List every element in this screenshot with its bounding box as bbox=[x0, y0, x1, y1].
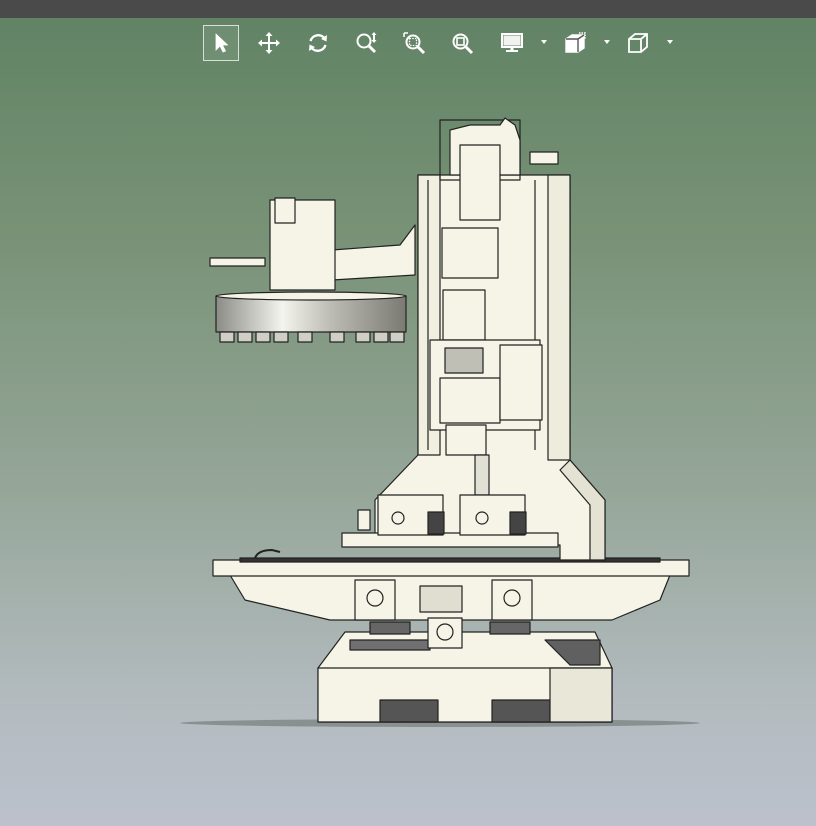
shading-cube-icon bbox=[565, 32, 586, 53]
saddle bbox=[229, 574, 671, 649]
display-mode-button[interactable] bbox=[494, 25, 530, 61]
display-mode-dropdown-icon[interactable] bbox=[540, 38, 548, 46]
view-orientation-button[interactable] bbox=[620, 25, 656, 61]
tool-changer bbox=[209, 197, 416, 343]
window-top-bar bbox=[0, 0, 816, 18]
machine-model bbox=[180, 117, 700, 727]
select-tool-button[interactable] bbox=[203, 25, 239, 61]
shading-mode-dropdown-icon[interactable] bbox=[603, 38, 611, 46]
view-cube-icon bbox=[628, 33, 648, 53]
zoom-icon bbox=[356, 32, 377, 54]
zoom-fit-icon bbox=[452, 33, 474, 55]
rotate-icon bbox=[309, 34, 327, 52]
machine-base bbox=[317, 631, 613, 723]
view-orientation-dropdown-icon[interactable] bbox=[666, 38, 674, 46]
zoom-window-tool-button[interactable] bbox=[396, 25, 432, 61]
zoom-fit-tool-button[interactable] bbox=[444, 25, 480, 61]
rotate-tool-button[interactable] bbox=[300, 25, 336, 61]
work-table bbox=[212, 549, 690, 577]
3d-viewport[interactable] bbox=[0, 64, 816, 826]
select-arrow-icon bbox=[215, 33, 229, 53]
display-monitor-icon bbox=[501, 33, 523, 52]
pan-move-icon bbox=[258, 32, 280, 54]
zoom-window-icon bbox=[403, 32, 426, 55]
zoom-tool-button[interactable] bbox=[348, 25, 384, 61]
pan-tool-button[interactable] bbox=[251, 25, 287, 61]
shading-mode-button[interactable] bbox=[557, 25, 593, 61]
view-toolbar bbox=[0, 22, 816, 64]
